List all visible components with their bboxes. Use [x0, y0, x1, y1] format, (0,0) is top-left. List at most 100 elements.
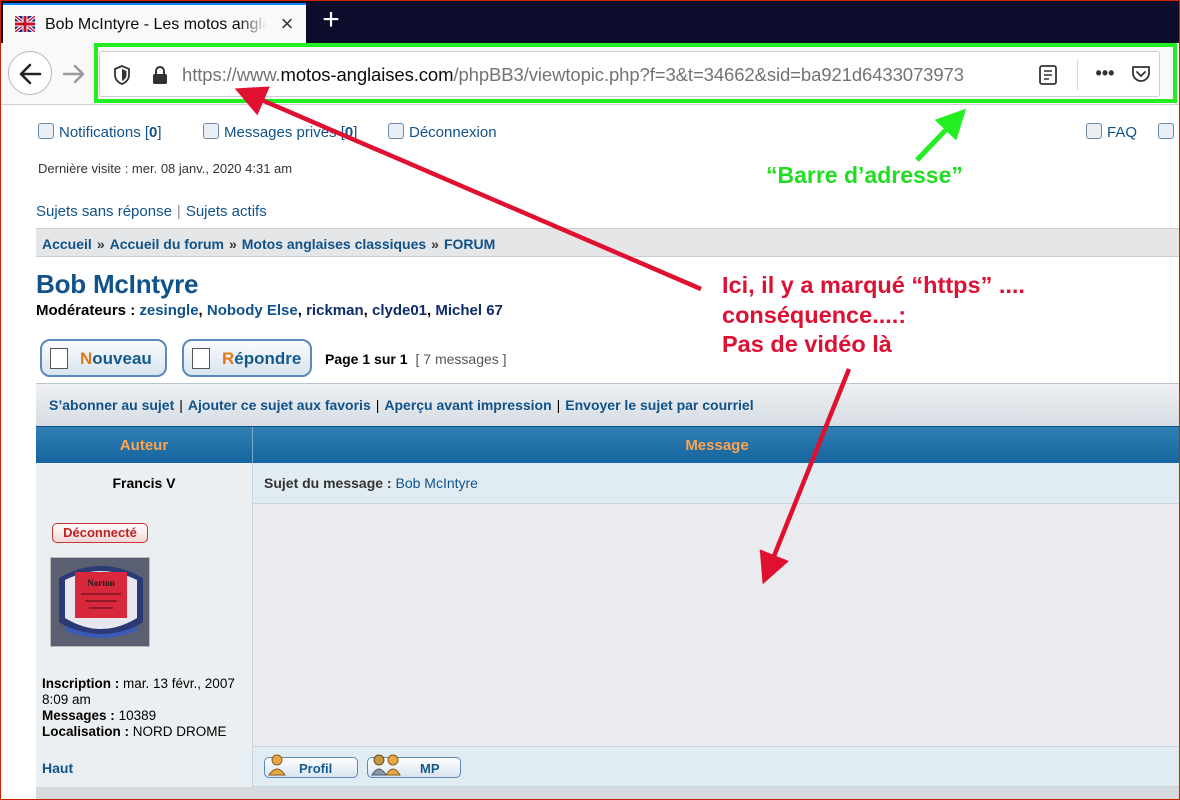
https-annotation-line: conséquence....:: [722, 301, 907, 328]
messages-label: Messages privés [: [224, 124, 345, 141]
tab-title: Bob McIntyre - Les motos anglaises: [45, 16, 267, 34]
notifications-label: Notifications [: [59, 124, 150, 141]
avatar-norton-badge-image: Norton: [51, 558, 149, 646]
https-annotation: Ici, il y a marqué “https” .... conséque…: [722, 271, 1025, 360]
breadcrumb-separator: »: [228, 236, 237, 252]
messages-count: 0: [344, 124, 354, 141]
table-footer-strip: [36, 787, 1179, 799]
pagination: Page 1 sur 1 [ 7 messages ]: [325, 351, 507, 367]
reply-icon: [192, 348, 210, 369]
post-footer-row: Haut Profil MP: [36, 747, 1179, 787]
breadcrumb-forum-home[interactable]: Accueil du forum: [110, 236, 224, 252]
moderator-link[interactable]: zesingle: [139, 302, 198, 319]
users-icon: [371, 754, 401, 776]
location-row: Localisation : NORD DROME: [42, 724, 247, 740]
breadcrumb-separator: »: [96, 236, 105, 252]
moderator-link[interactable]: Nobody Else: [207, 302, 298, 319]
post-body-row: Déconnecté Norton Inscription : mar. 13 …: [36, 504, 1179, 747]
moderators-label: Modérateurs :: [36, 302, 136, 319]
post-content-area: [254, 504, 1179, 747]
last-visit: Dernière visite : mer. 08 janv., 2020 4:…: [38, 161, 293, 176]
tab-close-icon[interactable]: ×: [275, 11, 299, 37]
browser-tab[interactable]: Bob McIntyre - Les motos anglaises ×: [3, 3, 306, 43]
notifications-link[interactable]: Notifications [0]: [38, 123, 162, 141]
action-separator: |: [179, 397, 183, 413]
profile-button[interactable]: Profil: [264, 754, 358, 778]
forward-arrow-icon[interactable]: [59, 59, 89, 89]
breadcrumb-forum[interactable]: FORUM: [444, 236, 495, 252]
subject-link[interactable]: Bob McIntyre: [395, 475, 477, 491]
post-header-row: Francis V Sujet du message : Bob McIntyr…: [36, 463, 1179, 504]
moderator-link[interactable]: clyde01: [372, 302, 427, 319]
author-column-header: Auteur: [36, 427, 253, 464]
address-bar-highlight: [94, 43, 1177, 103]
page-indicator: Page 1 sur 1: [325, 351, 408, 367]
action-separator: |: [375, 397, 380, 413]
user-icon: [268, 754, 286, 776]
print-preview-link[interactable]: Aperçu avant impression: [384, 397, 551, 413]
location-label: Localisation :: [42, 724, 130, 739]
author-profile-panel: Déconnecté Norton Inscription : mar. 13 …: [36, 504, 253, 747]
faq-link[interactable]: FAQ: [1086, 123, 1137, 141]
message-column-header: Message: [685, 437, 749, 454]
status-badge: Déconnecté: [52, 523, 148, 543]
post-subject: Sujet du message : Bob McIntyre: [264, 475, 478, 491]
email-topic-link[interactable]: Envoyer le sujet par courriel: [565, 397, 753, 413]
union-jack-favicon-icon: [15, 16, 35, 32]
https-annotation-line: Ici, il y a marqué “https” ....: [722, 272, 1025, 298]
avatar: Norton: [50, 557, 150, 647]
tab-bar: Bob McIntyre - Les motos anglaises × +: [1, 1, 1179, 43]
message-count: [ 7 messages ]: [415, 351, 507, 367]
avatar-logo-text: Norton: [87, 578, 115, 588]
post-count-label: Messages :: [42, 708, 115, 723]
back-arrow-icon: [19, 63, 42, 85]
breadcrumb-home[interactable]: Accueil: [42, 236, 92, 252]
topic-actions-bar: S’abonner au sujet | Ajouter ce sujet aux …: [36, 383, 1179, 426]
new-topic-button[interactable]: Nouveau: [40, 339, 167, 377]
action-separator: |: [556, 397, 561, 413]
reply-button[interactable]: Répondre: [182, 339, 312, 377]
quicklinks-separator: |: [176, 203, 181, 220]
bookmark-link[interactable]: Ajouter ce sujet aux favoris: [188, 397, 371, 413]
active-topics-link[interactable]: Sujets actifs: [186, 203, 267, 220]
logout-link[interactable]: Déconnexion: [388, 123, 497, 141]
search-link[interactable]: [1158, 123, 1179, 141]
subject-label: Sujet du message :: [264, 475, 392, 491]
profile-button-label: Profil: [299, 761, 333, 776]
message-icon: [203, 123, 219, 139]
moderator-link[interactable]: Michel 67: [435, 302, 503, 319]
logout-label: Déconnexion: [409, 124, 497, 141]
pm-button-label: MP: [420, 761, 440, 776]
messages-row: Messages : 10389: [42, 708, 247, 724]
back-button[interactable]: [8, 51, 52, 95]
new-topic-label: Nouveau: [80, 349, 152, 368]
moderators-line: Modérateurs : zesingle, Nobody Else, ric…: [36, 302, 503, 319]
forum-page: Notifications [0] Messages privés [0] Dé…: [1, 106, 1179, 799]
notification-icon: [38, 123, 54, 139]
page-title[interactable]: Bob McIntyre: [36, 269, 198, 300]
profile-details: Inscription : mar. 13 févr., 2007 8:09 a…: [42, 676, 247, 740]
address-bar-annotation: “Barre d’adresse”: [766, 162, 963, 188]
power-icon: [388, 123, 404, 139]
help-icon: [1086, 123, 1102, 139]
search-icon: [1158, 123, 1174, 139]
post-author[interactable]: Francis V: [36, 463, 253, 504]
faq-label: FAQ: [1107, 124, 1138, 141]
back-to-top-link[interactable]: Haut: [42, 760, 73, 776]
new-tab-button[interactable]: +: [316, 5, 346, 36]
moderator-link[interactable]: rickman: [306, 302, 364, 319]
post-count-value: 10389: [118, 708, 157, 723]
subscribe-link[interactable]: S’abonner au sujet: [49, 397, 174, 413]
private-messages-link[interactable]: Messages privés [0]: [203, 123, 357, 141]
location-value: NORD DROME: [132, 724, 227, 739]
post-footer-left: Haut: [36, 747, 253, 787]
inscription-row: Inscription : mar. 13 févr., 2007 8:09 a…: [42, 676, 247, 708]
quick-links: Sujets sans réponse | Sujets actifs: [36, 203, 267, 220]
breadcrumb-category[interactable]: Motos anglaises classiques: [242, 236, 426, 252]
private-message-button[interactable]: MP: [367, 754, 461, 778]
breadcrumb: Accueil» Accueil du forum» Motos anglaises…: [36, 228, 1179, 257]
inscription-label: Inscription :: [42, 676, 120, 691]
new-topic-icon: [50, 348, 68, 369]
reply-label: Répondre: [222, 349, 302, 368]
unanswered-topics-link[interactable]: Sujets sans réponse: [36, 203, 172, 220]
